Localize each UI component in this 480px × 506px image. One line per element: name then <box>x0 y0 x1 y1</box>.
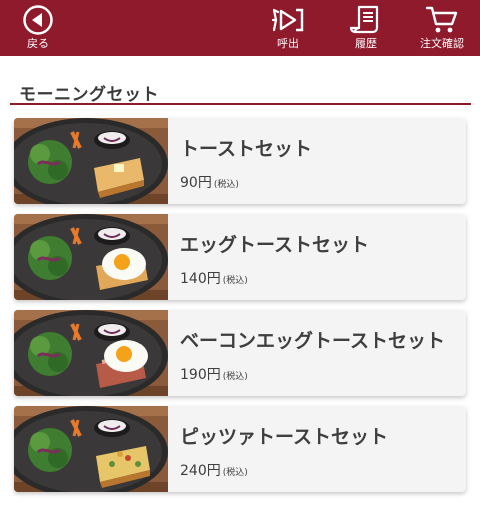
tax-included-note: (税込) <box>213 180 239 190</box>
menu-item-name: トーストセット <box>180 138 313 160</box>
menu-item-price: 190円 <box>180 367 221 383</box>
menu-item-price: 90円 <box>180 175 212 191</box>
menu-item-price: 140円 <box>180 271 221 287</box>
menu-item-price: 240円 <box>180 463 221 479</box>
receipt-history-icon <box>350 4 382 36</box>
call-staff-button[interactable]: 呼出 <box>264 0 312 56</box>
menu-item-card[interactable]: ベーコンエッグトーストセット 190円 (税込) <box>14 310 466 396</box>
cart-button[interactable]: 注文確認 <box>414 0 470 56</box>
tax-included-note: (税込) <box>222 468 248 478</box>
menu-item-photo <box>14 214 168 300</box>
section-divider <box>10 103 471 105</box>
back-label: 戻る <box>27 37 49 50</box>
call-label: 呼出 <box>277 37 299 50</box>
cart-icon <box>425 4 459 36</box>
menu-item-name: ベーコンエッグトーストセット <box>180 330 446 352</box>
menu-item-card[interactable]: ピッツァトーストセット 240円 (税込) <box>14 406 466 492</box>
menu-item-name: ピッツァトーストセット <box>180 426 389 448</box>
menu-item-card[interactable]: トーストセット 90円 (税込) <box>14 118 466 204</box>
tax-included-note: (税込) <box>222 276 248 286</box>
cart-label: 注文確認 <box>420 37 464 50</box>
menu-item-card[interactable]: エッグトーストセット 140円 (税込) <box>14 214 466 300</box>
back-button[interactable]: 戻る <box>10 0 66 56</box>
app-header: 戻る 呼出 履歴 注文確認 <box>0 0 480 56</box>
bell-call-icon <box>270 4 306 36</box>
menu-item-price-row: 140円 (税込) <box>180 268 248 288</box>
history-label: 履歴 <box>355 37 377 50</box>
tax-included-note: (税込) <box>222 372 248 382</box>
section-title: モーニングセット <box>19 85 159 105</box>
menu-item-price-row: 190円 (税込) <box>180 364 248 384</box>
menu-item-photo <box>14 310 168 396</box>
menu-item-price-row: 240円 (税込) <box>180 460 248 480</box>
menu-item-photo <box>14 406 168 492</box>
back-arrow-icon <box>22 4 54 36</box>
menu-item-price-row: 90円 (税込) <box>180 172 239 192</box>
history-button[interactable]: 履歴 <box>342 0 390 56</box>
menu-item-photo <box>14 118 168 204</box>
menu-item-name: エッグトーストセット <box>180 234 370 256</box>
